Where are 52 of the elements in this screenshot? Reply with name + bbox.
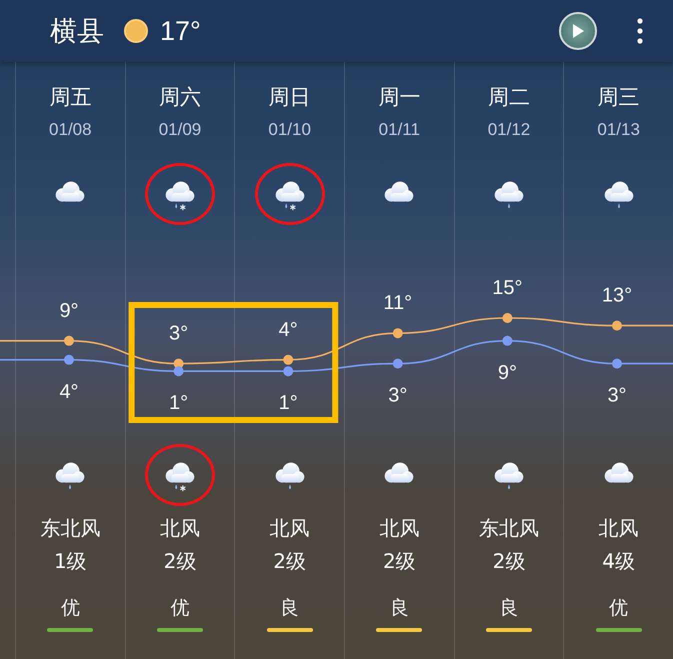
date: 01/08: [49, 119, 92, 141]
city-name: 横县: [50, 15, 104, 49]
play-button[interactable]: [559, 12, 597, 50]
high-temperature: 13°: [602, 284, 632, 307]
low-temperature: 3°: [607, 384, 627, 407]
wind-level: 2级: [164, 548, 196, 574]
wind-level: 2级: [273, 548, 306, 574]
wind-level: 1级: [54, 548, 87, 574]
date: 01/09: [158, 119, 202, 141]
more-menu-button[interactable]: [637, 18, 643, 44]
high-temperature: 9°: [59, 300, 79, 322]
air-quality: 良: [499, 596, 518, 620]
weekday: 周六: [158, 84, 201, 110]
wind-level: 2级: [492, 548, 526, 574]
air-quality: 优: [170, 596, 190, 620]
wind-direction: 北风: [598, 515, 639, 541]
low-temperature: 9°: [498, 362, 517, 384]
wind-direction: 北风: [270, 515, 310, 541]
annotation-circle: [144, 163, 215, 225]
weekday: 周日: [268, 84, 311, 110]
weekday: 周三: [598, 84, 640, 110]
date: 01/12: [488, 119, 530, 141]
high-temperature: 11°: [383, 292, 412, 314]
wind-level: 4级: [602, 548, 636, 574]
sun-icon: [122, 17, 150, 45]
wind-direction: 东北风: [478, 515, 539, 541]
weekday: 周一: [378, 84, 420, 110]
play-icon: [571, 23, 585, 39]
air-quality: 优: [60, 596, 80, 620]
low-temperature: 4°: [59, 380, 79, 403]
wind-direction: 东北风: [40, 515, 100, 541]
wind-direction: 北风: [160, 515, 200, 541]
air-quality: 优: [609, 596, 628, 620]
high-temperature: 15°: [492, 277, 523, 299]
low-temperature: 3°: [388, 384, 408, 407]
air-quality: 良: [390, 596, 409, 620]
annotation-circle: [254, 163, 325, 225]
date: 01/10: [268, 119, 311, 141]
current-temperature: 17°: [160, 16, 201, 46]
annotation-circle: [144, 444, 215, 506]
low-temperature: 1°: [278, 392, 298, 414]
weekday: 周五: [49, 84, 92, 110]
high-temperature: 3°: [169, 322, 188, 345]
low-temperature: 1°: [169, 392, 188, 414]
date: 01/13: [597, 119, 640, 141]
date: 01/11: [378, 119, 420, 141]
wind-direction: 北风: [379, 515, 420, 541]
more-icon: [637, 18, 643, 44]
air-quality: 良: [280, 596, 300, 620]
weekday: 周二: [488, 84, 530, 110]
high-temperature: 4°: [278, 318, 298, 341]
wind-level: 2级: [382, 548, 416, 574]
